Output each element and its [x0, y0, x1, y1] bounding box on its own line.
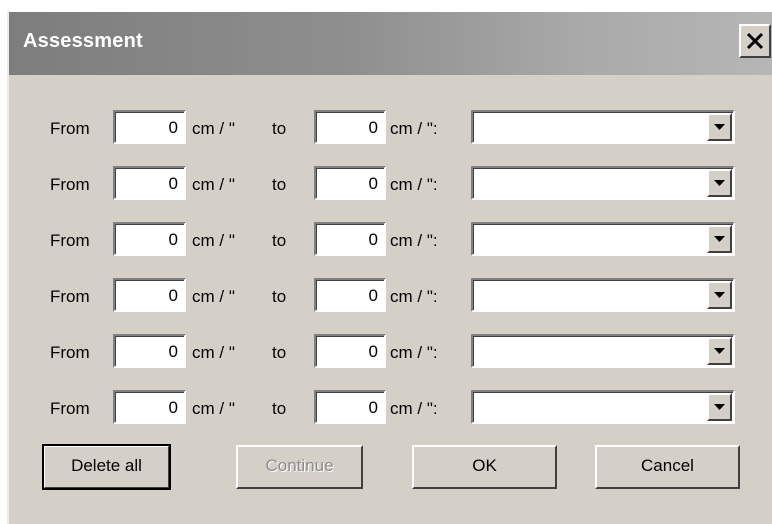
continue-button: Continue — [236, 445, 363, 489]
from-label: From — [50, 343, 90, 362]
to-input[interactable]: 0 — [314, 334, 386, 368]
from-label: From — [50, 399, 90, 418]
dropdown-button[interactable] — [707, 281, 732, 309]
dropdown-button[interactable] — [707, 337, 732, 365]
from-input[interactable]: 0 — [113, 222, 186, 256]
range-row: From 0 cm / " to 0 cm / ": — [9, 222, 772, 256]
window-title: Assessment — [23, 30, 143, 52]
to-label: to — [272, 175, 287, 194]
from-input[interactable]: 0 — [113, 334, 186, 368]
chevron-down-icon — [714, 348, 725, 354]
assessment-select[interactable] — [471, 278, 735, 312]
from-input[interactable]: 0 — [113, 278, 186, 312]
from-label: From — [50, 231, 90, 250]
range-row: From 0 cm / " to 0 cm / ": — [9, 166, 772, 200]
dropdown-button[interactable] — [707, 169, 732, 197]
assessment-dialog: Assessment From 0 cm / " to 0 cm / ": Fr… — [7, 12, 772, 524]
from-unit-label: cm / " — [192, 399, 235, 418]
chevron-down-icon — [714, 124, 725, 130]
to-unit-label: cm / ": — [390, 119, 438, 138]
assessment-select[interactable] — [471, 166, 735, 200]
assessment-select[interactable] — [471, 334, 735, 368]
range-row: From 0 cm / " to 0 cm / ": — [9, 390, 772, 424]
from-unit-label: cm / " — [192, 175, 235, 194]
dropdown-button[interactable] — [707, 393, 732, 421]
to-label: to — [272, 343, 287, 362]
from-unit-label: cm / " — [192, 231, 235, 250]
from-label: From — [50, 119, 90, 138]
close-button[interactable] — [739, 24, 771, 58]
chevron-down-icon — [714, 180, 725, 186]
to-label: to — [272, 287, 287, 306]
to-input[interactable]: 0 — [314, 166, 386, 200]
from-label: From — [50, 287, 90, 306]
dropdown-button[interactable] — [707, 225, 732, 253]
assessment-select[interactable] — [471, 390, 735, 424]
from-label: From — [50, 175, 90, 194]
to-unit-label: cm / ": — [390, 399, 438, 418]
to-input[interactable]: 0 — [314, 110, 386, 144]
from-input[interactable]: 0 — [113, 110, 186, 144]
to-label: to — [272, 399, 287, 418]
to-unit-label: cm / ": — [390, 231, 438, 250]
dropdown-button[interactable] — [707, 113, 732, 141]
range-row: From 0 cm / " to 0 cm / ": — [9, 278, 772, 312]
chevron-down-icon — [714, 292, 725, 298]
to-input[interactable]: 0 — [314, 278, 386, 312]
to-unit-label: cm / ": — [390, 175, 438, 194]
to-unit-label: cm / ": — [390, 287, 438, 306]
to-label: to — [272, 119, 287, 138]
cancel-button[interactable]: Cancel — [595, 445, 740, 489]
to-input[interactable]: 0 — [314, 222, 386, 256]
to-unit-label: cm / ": — [390, 343, 438, 362]
range-row: From 0 cm / " to 0 cm / ": — [9, 334, 772, 368]
delete-all-button[interactable]: Delete all — [42, 444, 171, 490]
to-input[interactable]: 0 — [314, 390, 386, 424]
from-unit-label: cm / " — [192, 343, 235, 362]
close-icon — [746, 32, 764, 50]
chevron-down-icon — [714, 236, 725, 242]
from-input[interactable]: 0 — [113, 166, 186, 200]
from-unit-label: cm / " — [192, 287, 235, 306]
from-unit-label: cm / " — [192, 119, 235, 138]
ok-button[interactable]: OK — [412, 445, 557, 489]
range-row: From 0 cm / " to 0 cm / ": — [9, 110, 772, 144]
assessment-select[interactable] — [471, 222, 735, 256]
from-input[interactable]: 0 — [113, 390, 186, 424]
to-label: to — [272, 231, 287, 250]
title-bar[interactable]: Assessment — [9, 12, 772, 75]
assessment-select[interactable] — [471, 110, 735, 144]
chevron-down-icon — [714, 404, 725, 410]
